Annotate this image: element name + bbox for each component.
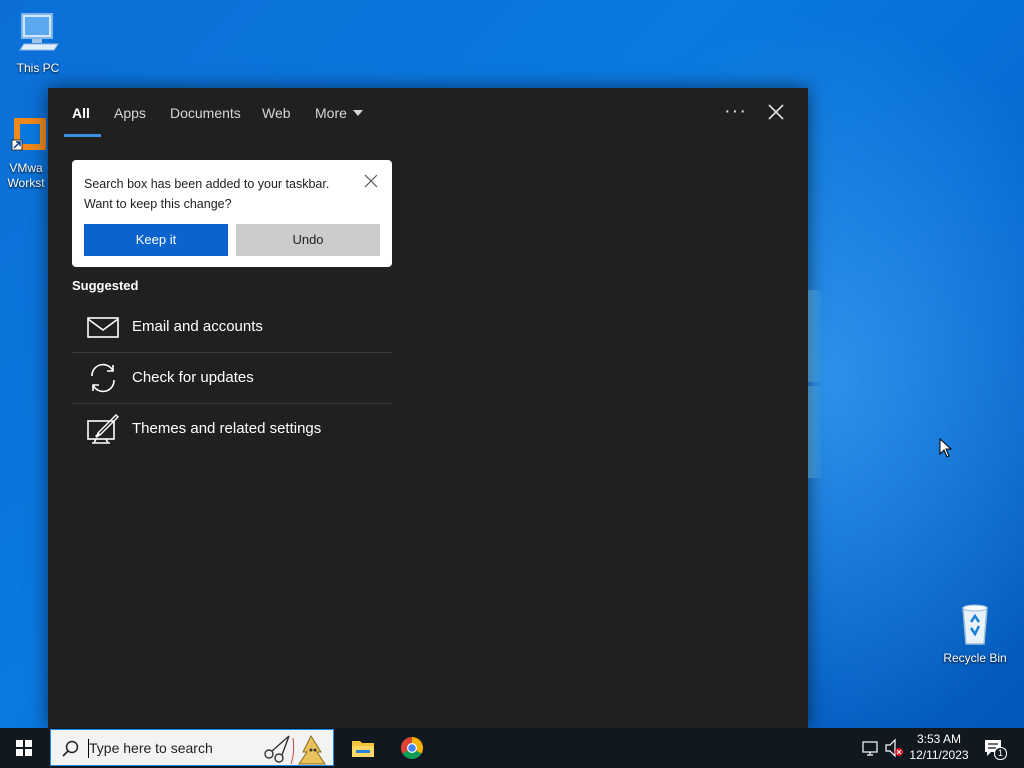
desktop-icon-this-pc[interactable]: This PC (2, 8, 74, 75)
action-center-button[interactable]: 1 (982, 728, 1007, 768)
windows-start-button[interactable] (0, 728, 48, 768)
taskbar: Type here to search 3:53 AM 12/11/2023 1 (0, 728, 1024, 768)
wallpaper-light-beam-lower (808, 386, 822, 478)
recycle-bin-icon (962, 604, 988, 645)
tab-apps[interactable]: Apps (114, 105, 146, 121)
volume-muted-icon[interactable] (884, 728, 906, 768)
suggestion-check-for-updates[interactable]: Check for updates (72, 353, 392, 404)
clock-time: 3:53 AM (916, 732, 962, 746)
undo-button[interactable]: Undo (236, 224, 380, 256)
notice-message: Search box has been added to your taskba… (84, 174, 344, 214)
search-icon (62, 740, 79, 757)
chevron-down-icon (352, 110, 363, 117)
suggested-list: Email and accounts Check for updates The… (72, 302, 392, 454)
notice-line-1: Search box has been added to your taskba… (84, 177, 330, 191)
close-icon[interactable] (766, 102, 786, 122)
taskbar-search-box[interactable]: Type here to search (50, 729, 334, 766)
search-placeholder: Type here to search (89, 740, 213, 756)
network-icon[interactable] (860, 728, 880, 768)
search-box-added-notice: Search box has been added to your taskba… (72, 160, 392, 267)
search-highlight-illustration-icon (264, 734, 326, 765)
more-options-button[interactable]: ··· (724, 100, 747, 123)
suggestion-label: Email and accounts (132, 318, 263, 335)
tab-all[interactable]: All (72, 105, 90, 121)
theme-brush-icon (87, 414, 119, 444)
notification-count-badge: 1 (994, 747, 1007, 760)
mail-icon (87, 317, 119, 338)
desktop-icon-label: This PC (16, 61, 60, 75)
tab-documents[interactable]: Documents (170, 105, 241, 121)
wallpaper-light-beam-upper (808, 290, 822, 382)
mouse-cursor-icon (939, 438, 953, 458)
suggestion-label: Check for updates (132, 369, 254, 386)
desktop-icon-recycle-bin[interactable]: Recycle Bin (939, 602, 1011, 665)
suggestion-themes-and-related-settings[interactable]: Themes and related settings (72, 404, 392, 454)
computer-icon (19, 13, 59, 51)
search-panel: All Apps Documents Web More ··· Search b… (48, 88, 808, 728)
keep-it-button[interactable]: Keep it (84, 224, 228, 256)
close-icon[interactable] (364, 174, 378, 188)
notice-line-2: Want to keep this change? (84, 197, 232, 211)
system-clock[interactable]: 3:53 AM 12/11/2023 (904, 731, 974, 763)
suggestion-label: Themes and related settings (132, 420, 322, 437)
tab-more-label: More (315, 105, 347, 121)
vmware-icon (11, 118, 46, 151)
suggested-heading: Suggested (72, 278, 139, 293)
suggestion-email-and-accounts[interactable]: Email and accounts (72, 302, 392, 353)
desktop-icon-label: Recycle Bin (943, 651, 1007, 665)
active-tab-indicator (64, 134, 101, 137)
sync-icon (91, 363, 115, 393)
tab-more[interactable]: More (315, 105, 363, 121)
clock-date: 12/11/2023 (909, 748, 969, 762)
chrome-icon[interactable] (400, 736, 424, 760)
search-scope-tabs: All Apps Documents Web More ··· (48, 88, 808, 140)
tab-web[interactable]: Web (262, 105, 291, 121)
file-explorer-icon[interactable] (351, 736, 375, 760)
